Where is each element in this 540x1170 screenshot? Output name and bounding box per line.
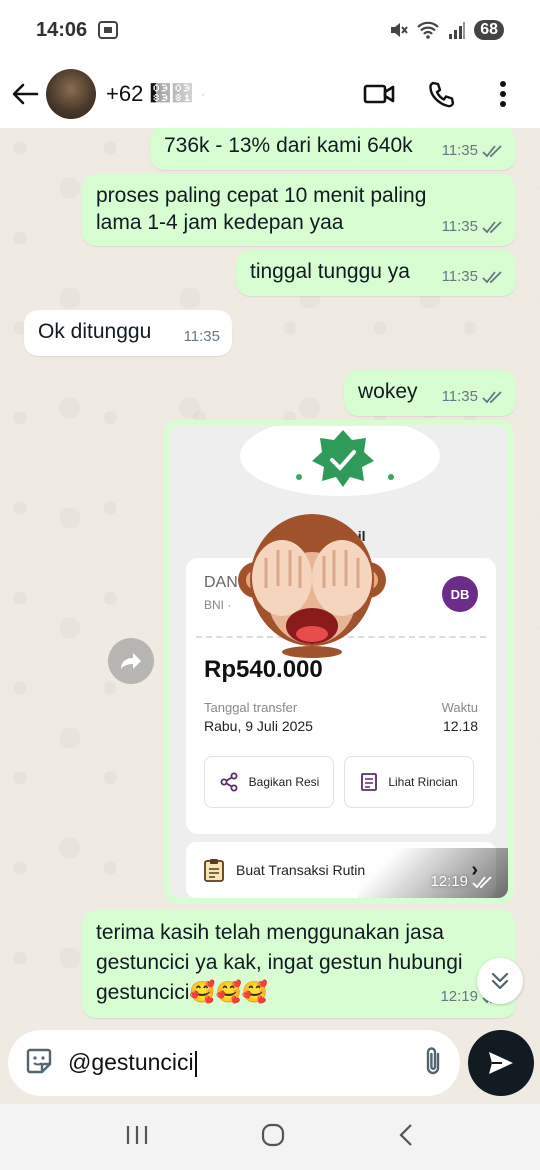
home-button[interactable] bbox=[260, 1122, 286, 1153]
message-bubble[interactable]: 736k - 13% dari kami 640k 11:35 bbox=[150, 128, 516, 170]
message-input[interactable]: @gestuncici bbox=[68, 1049, 422, 1077]
message-text: proses paling cepat 10 menit paling lama… bbox=[96, 184, 427, 234]
message-time: 11:35 bbox=[441, 142, 478, 159]
more-vertical-icon bbox=[500, 81, 506, 107]
mute-icon bbox=[391, 23, 408, 37]
video-call-button[interactable] bbox=[362, 77, 396, 111]
video-camera-icon bbox=[363, 84, 395, 104]
more-options-button[interactable] bbox=[486, 77, 520, 111]
message-meta: 12:19 bbox=[430, 873, 494, 890]
battery-level: 68 bbox=[474, 20, 504, 40]
message-time: 12:19 bbox=[430, 873, 468, 890]
chat-area[interactable]: 736k - 13% dari kami 640k 11:35 proses p… bbox=[0, 128, 540, 1028]
contact-avatar[interactable] bbox=[46, 69, 96, 119]
message-text: 736k - 13% dari kami 640k bbox=[164, 134, 413, 157]
read-ticks-icon bbox=[482, 390, 502, 403]
view-details-button: Lihat Rincian bbox=[344, 756, 474, 808]
arrow-left-icon bbox=[12, 83, 39, 105]
sticker-icon bbox=[26, 1048, 52, 1073]
chevron-left-icon bbox=[399, 1123, 412, 1146]
paperclip-icon bbox=[426, 1046, 440, 1074]
voice-call-button[interactable] bbox=[424, 77, 458, 111]
recent-apps-button[interactable] bbox=[125, 1124, 149, 1151]
back-button[interactable] bbox=[4, 73, 46, 115]
message-bubble[interactable]: tinggal tunggu ya 11:35 bbox=[236, 250, 516, 296]
transfer-amount: Rp540.000 bbox=[204, 656, 323, 683]
message-time: 11:35 bbox=[441, 268, 478, 285]
view-details-label: Lihat Rincian bbox=[388, 775, 458, 789]
message-meta: 11:35 bbox=[442, 383, 504, 410]
message-input-bar[interactable]: @gestuncici bbox=[8, 1030, 460, 1096]
message-meta: 11:35 bbox=[442, 263, 504, 290]
read-ticks-icon bbox=[472, 875, 492, 888]
see-no-evil-monkey-emoji bbox=[238, 514, 386, 658]
text-caret bbox=[194, 1050, 197, 1077]
clipboard-icon bbox=[204, 859, 224, 882]
message-meta: 11:35 bbox=[442, 213, 504, 240]
transfer-receipt-image[interactable]: sil DAN BNI · DB Rp540.000 Tanggal trans… bbox=[170, 426, 508, 898]
forward-icon bbox=[121, 653, 141, 669]
date-value: Rabu, 9 Juli 2025 bbox=[204, 718, 313, 734]
read-ticks-icon bbox=[482, 144, 502, 157]
status-bar: 14:06 68 bbox=[0, 0, 540, 60]
forward-button[interactable] bbox=[108, 638, 154, 684]
attach-button[interactable] bbox=[422, 1046, 444, 1081]
receipt-icon bbox=[361, 773, 378, 791]
success-star-icon bbox=[312, 430, 374, 487]
redaction-blur bbox=[156, 83, 356, 107]
send-icon bbox=[489, 1052, 513, 1074]
read-ticks-icon bbox=[482, 220, 502, 233]
system-back-button[interactable] bbox=[397, 1122, 415, 1153]
message-meta: 11:35 bbox=[184, 323, 220, 350]
double-chevron-down-icon bbox=[491, 972, 509, 990]
chat-header: +62 ΃΁ · bbox=[0, 60, 540, 128]
time-label: Waktu bbox=[441, 700, 478, 715]
image-message-bubble[interactable]: sil DAN BNI · DB Rp540.000 Tanggal trans… bbox=[164, 420, 514, 904]
recipient-name: DAN bbox=[204, 574, 238, 591]
message-meta: 11:35 bbox=[442, 137, 504, 164]
date-label: Tanggal transfer bbox=[204, 700, 298, 715]
message-bubble[interactable]: proses paling cepat 10 menit paling lama… bbox=[82, 174, 516, 246]
contact-name[interactable]: +62 ΃΁ · bbox=[106, 81, 356, 107]
message-time: 11:35 bbox=[441, 218, 478, 235]
signal-icon bbox=[449, 22, 466, 39]
message-text: wokey bbox=[358, 380, 418, 403]
message-input-value: @gestuncici bbox=[68, 1049, 194, 1076]
share-receipt-label: Bagikan Resi bbox=[248, 775, 320, 789]
message-bubble[interactable]: terima kasih telah menggunakan jasa gest… bbox=[82, 910, 516, 1018]
read-ticks-icon bbox=[482, 270, 502, 283]
routine-transaction-label: Buat Transaksi Rutin bbox=[236, 862, 366, 878]
phone-icon bbox=[429, 81, 455, 108]
message-text: Ok ditunggu bbox=[38, 320, 152, 343]
message-time: 12:19 bbox=[440, 988, 478, 1005]
scroll-to-bottom-button[interactable] bbox=[477, 958, 523, 1004]
recent-apps-icon bbox=[127, 1125, 148, 1144]
message-text: tinggal tunggu ya bbox=[250, 260, 410, 283]
recipient-initials-badge: DB bbox=[442, 576, 478, 612]
share-icon bbox=[220, 772, 238, 792]
screenshot-indicator-icon bbox=[98, 21, 119, 39]
time-value: 12.18 bbox=[442, 718, 478, 734]
home-icon bbox=[261, 1123, 285, 1146]
message-time: 11:35 bbox=[441, 388, 478, 405]
share-receipt-button: Bagikan Resi bbox=[204, 756, 334, 808]
message-bubble[interactable]: Ok ditunggu 11:35 bbox=[24, 310, 232, 356]
message-bubble[interactable]: wokey 11:35 bbox=[344, 370, 516, 416]
recipient-bank: BNI · bbox=[204, 598, 232, 612]
sticker-button[interactable] bbox=[24, 1046, 54, 1081]
status-time: 14:06 bbox=[36, 18, 88, 41]
wifi-icon bbox=[417, 21, 439, 39]
message-time: 11:35 bbox=[183, 328, 220, 345]
system-navigation-bar bbox=[0, 1104, 540, 1170]
send-button[interactable] bbox=[468, 1030, 534, 1096]
